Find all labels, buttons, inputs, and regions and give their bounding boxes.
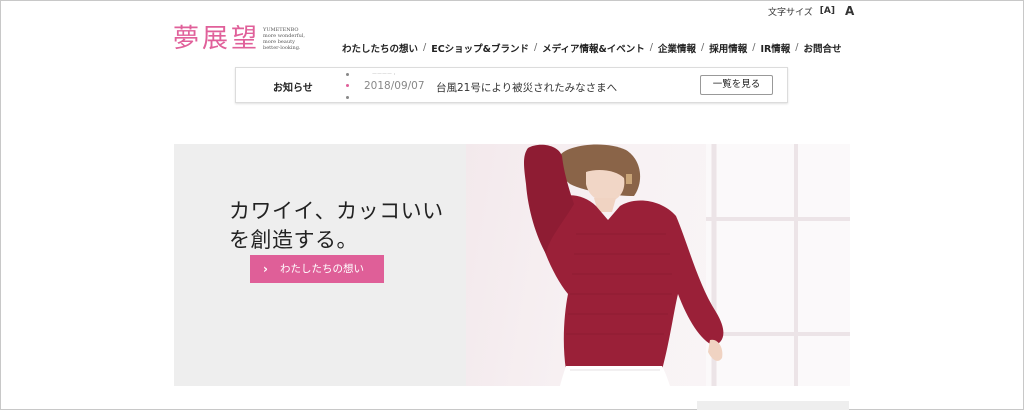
- nav-separator: /: [795, 42, 799, 53]
- nav-item-ir[interactable]: IR情報: [760, 41, 790, 55]
- logo-tagline: YUMETENBO more wonderful, more beauty be…: [263, 27, 305, 51]
- nav-item-philosophy[interactable]: わたしたちの想い: [342, 41, 418, 55]
- philosophy-button[interactable]: › わたしたちの想い: [250, 255, 384, 283]
- news-previous-item: ーーーー・: [372, 72, 398, 78]
- news-list-button[interactable]: 一覧を見る: [700, 75, 773, 95]
- hero-copy-line: カワイイ、カッコいい: [229, 199, 444, 223]
- nav-separator: /: [752, 42, 756, 53]
- nav-separator: /: [649, 42, 653, 53]
- nav-item-company[interactable]: 企業情報: [658, 41, 696, 55]
- hero-photo: [466, 144, 850, 386]
- hero-text-panel: カワイイ、カッコいい を創造する。 › わたしたちの想い: [174, 144, 466, 386]
- news-bar: お知らせ ーーーー・ 2018/09/07 台風21号により被災されたみなさまへ…: [235, 67, 788, 103]
- site-logo[interactable]: 夢展望 YUMETENBO more wonderful, more beaut…: [173, 24, 305, 54]
- news-dot[interactable]: [346, 96, 349, 99]
- font-size-large-button[interactable]: A: [845, 4, 854, 18]
- next-section-stub: [697, 401, 849, 410]
- hero-banner: カワイイ、カッコいい を創造する。 › わたしたちの想い: [174, 144, 850, 386]
- nav-item-ec-shop[interactable]: ECショップ&ブランド: [431, 41, 529, 55]
- logo-tagline-line: better-looking.: [263, 45, 301, 51]
- news-carousel-indicator: [346, 71, 350, 101]
- nav-separator: /: [533, 42, 538, 53]
- font-size-switcher: 文字サイズ [A] A: [768, 4, 854, 18]
- nav-separator: /: [423, 42, 427, 53]
- news-dot[interactable]: [346, 73, 349, 76]
- logo-mark: 夢展望: [173, 24, 261, 54]
- woman-in-red-sweater-photo: [524, 144, 850, 386]
- news-dot-active[interactable]: [346, 84, 349, 87]
- hero-copy: カワイイ、カッコいい を創造する。: [229, 197, 444, 255]
- hero-copy-line: を創造する。: [229, 228, 358, 252]
- news-title-link[interactable]: 台風21号により被災されたみなさまへ: [436, 80, 617, 95]
- chevron-right-icon: ›: [263, 262, 268, 276]
- nav-item-media[interactable]: メディア情報&イベント: [542, 41, 645, 55]
- nav-item-recruit[interactable]: 採用情報: [709, 41, 747, 55]
- font-size-small-button[interactable]: [A]: [820, 6, 835, 16]
- news-label: お知らせ: [273, 83, 313, 94]
- font-size-label: 文字サイズ: [768, 7, 813, 18]
- nav-item-contact[interactable]: お問合せ: [804, 41, 842, 55]
- news-date: 2018/09/07: [364, 80, 425, 92]
- philosophy-button-label: わたしたちの想い: [280, 263, 364, 275]
- global-nav: わたしたちの想い / ECショップ&ブランド / メディア情報&イベント / 企…: [342, 41, 842, 55]
- nav-separator: /: [701, 42, 705, 53]
